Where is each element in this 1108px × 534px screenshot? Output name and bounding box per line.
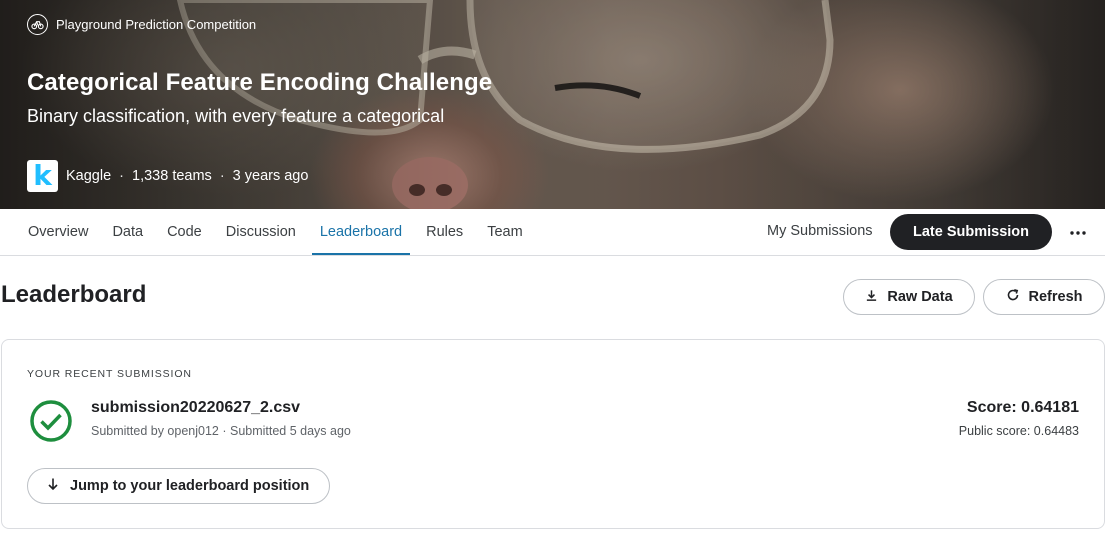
competition-meta: k Kaggle · 1,338 teams · 3 years ago [27, 160, 308, 192]
submission-filename: submission20220627_2.csv [91, 399, 301, 416]
tab-overview[interactable]: Overview [16, 209, 100, 255]
raw-data-label: Raw Data [887, 289, 953, 305]
refresh-button[interactable]: Refresh [983, 279, 1105, 315]
refresh-label: Refresh [1028, 289, 1083, 305]
kaggle-logo[interactable]: k [27, 160, 58, 192]
jump-to-position-button[interactable]: Jump to your leaderboard position [27, 468, 330, 504]
host-name[interactable]: Kaggle [66, 168, 111, 184]
tab-data[interactable]: Data [100, 209, 155, 255]
recent-submission-label: YOUR RECENT SUBMISSION [27, 368, 192, 380]
competition-type-label: Playground Prediction Competition [56, 17, 257, 32]
submission-score: Score: 0.64181 [966, 399, 1079, 416]
bicycle-icon [27, 14, 48, 35]
competition-tabbar: Overview Data Code Discussion Leaderboar… [0, 209, 1105, 256]
more-horizontal-icon[interactable] [1066, 221, 1090, 245]
tab-leaderboard[interactable]: Leaderboard [308, 209, 414, 255]
arrow-down-icon [46, 477, 60, 495]
competition-age: 3 years ago [232, 168, 309, 184]
competition-tabs: Overview Data Code Discussion Leaderboar… [16, 209, 535, 255]
competition-subtitle: Binary classification, with every featur… [27, 106, 445, 126]
raw-data-button[interactable]: Raw Data [843, 279, 975, 315]
tab-discussion[interactable]: Discussion [214, 209, 308, 255]
submission-byline: Submitted by openj012 · Submitted 5 days… [91, 424, 351, 438]
competition-header-banner: Playground Prediction Competition Catego… [0, 0, 1105, 209]
submission-public-score: Public score: 0.64483 [958, 424, 1079, 438]
recent-submission-card: YOUR RECENT SUBMISSION submission2022062… [1, 339, 1105, 529]
meta-separator: · [119, 168, 124, 184]
tab-team[interactable]: Team [475, 209, 534, 255]
my-submissions-link[interactable]: My Submissions [767, 223, 873, 239]
tab-rules[interactable]: Rules [414, 209, 475, 255]
refresh-icon [1006, 288, 1020, 306]
page-title: Leaderboard [1, 281, 147, 308]
check-circle-icon [29, 399, 73, 448]
download-icon [865, 289, 878, 306]
competition-type: Playground Prediction Competition [27, 14, 256, 35]
late-submission-button[interactable]: Late Submission [890, 214, 1052, 250]
tab-code[interactable]: Code [155, 209, 214, 255]
jump-label: Jump to your leaderboard position [70, 478, 310, 494]
meta-separator: · [219, 168, 225, 184]
team-count: 1,338 teams [132, 168, 212, 184]
competition-title: Categorical Feature Encoding Challenge [27, 69, 493, 96]
